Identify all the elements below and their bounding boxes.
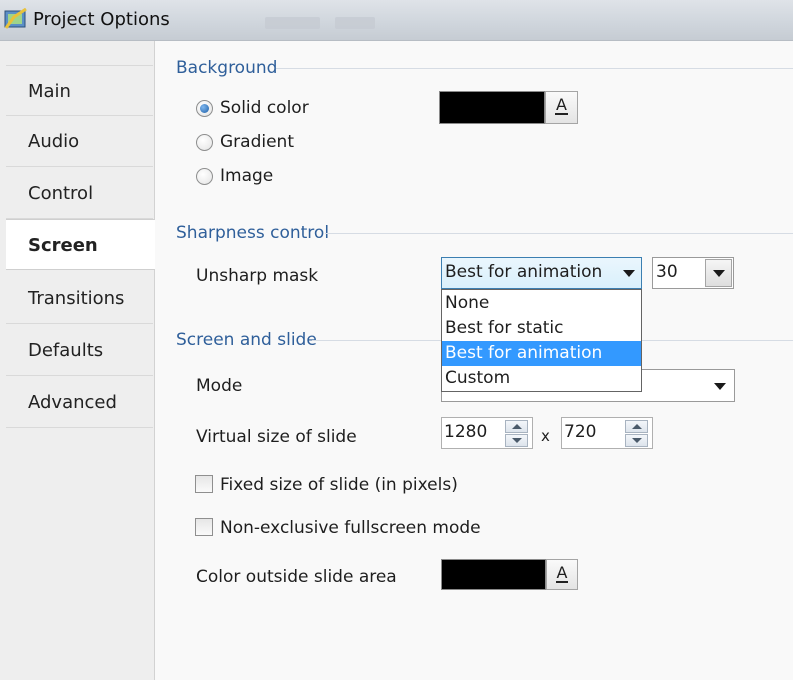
chevron-down-icon [714,383,726,390]
screen-slide-section-title: Screen and slide [176,330,317,350]
color-picker-label: A [555,95,568,115]
background-color-swatch[interactable] [439,91,545,124]
app-icon [4,8,27,29]
color-picker-label: A [555,563,569,583]
sidebar-item-screen[interactable]: Screen [6,219,156,270]
slide-height-value: 720 [564,422,597,442]
unsharp-mask-select[interactable]: Best for animation [441,257,642,289]
dropdown-option-none[interactable]: None [442,291,641,316]
solid-color-label: Solid color [220,98,309,118]
solid-color-radio[interactable] [196,100,213,117]
sharpness-amount-select[interactable]: 30 [652,257,734,289]
height-decrement-button[interactable] [625,434,648,447]
outside-color-picker-button[interactable]: A [546,559,578,590]
outside-color-label: Color outside slide area [196,567,397,587]
sidebar-item-advanced[interactable]: Advanced [6,377,153,428]
unsharp-mask-dropdown-list: None Best for static Best for animation … [441,289,642,392]
dropdown-option-best-for-animation[interactable]: Best for animation [442,341,641,366]
image-radio[interactable] [196,168,213,185]
section-divider [276,68,793,69]
width-decrement-button[interactable] [505,434,528,447]
dropdown-option-best-for-static[interactable]: Best for static [442,316,641,341]
width-increment-button[interactable] [505,420,528,433]
sidebar-item-defaults[interactable]: Defaults [6,325,153,376]
toolbar-ghost [265,17,320,29]
sidebar-item-transitions[interactable]: Transitions [6,273,153,324]
virtual-size-label: Virtual size of slide [196,427,357,447]
height-increment-button[interactable] [625,420,648,433]
chevron-down-icon [713,270,725,277]
toolbar-ghost [335,17,375,29]
gradient-radio[interactable] [196,134,213,151]
sidebar-item-control[interactable]: Control [6,168,153,219]
sidebar-item-audio[interactable]: Audio [6,116,153,167]
fixed-size-checkbox[interactable] [195,475,213,493]
sharpness-section-title: Sharpness control [176,223,330,243]
dropdown-button[interactable] [705,259,732,287]
window-title: Project Options [33,9,170,30]
dropdown-option-custom[interactable]: Custom [442,366,641,391]
gradient-label: Gradient [220,132,294,152]
unsharp-mask-label: Unsharp mask [196,266,319,286]
section-divider [325,233,793,234]
chevron-down-icon [623,270,635,277]
image-label: Image [220,166,274,186]
size-separator: x [541,427,550,445]
non-exclusive-checkbox[interactable] [195,518,213,536]
mode-label: Mode [196,376,243,396]
sidebar: Main Audio Control Screen Transitions De… [0,41,156,680]
sidebar-item-main[interactable]: Main [6,65,153,116]
non-exclusive-label: Non-exclusive fullscreen mode [220,518,481,538]
outside-color-swatch[interactable] [441,559,546,590]
fixed-size-label: Fixed size of slide (in pixels) [220,475,458,495]
content-panel: Background Solid color Gradient Image A … [155,41,793,680]
background-section-title: Background [176,58,278,78]
slide-width-value: 1280 [444,422,488,442]
unsharp-mask-value: Best for animation [445,262,603,282]
sharpness-amount-value: 30 [656,262,678,282]
background-color-picker-button[interactable]: A [545,91,578,124]
title-bar: Project Options [0,0,793,41]
